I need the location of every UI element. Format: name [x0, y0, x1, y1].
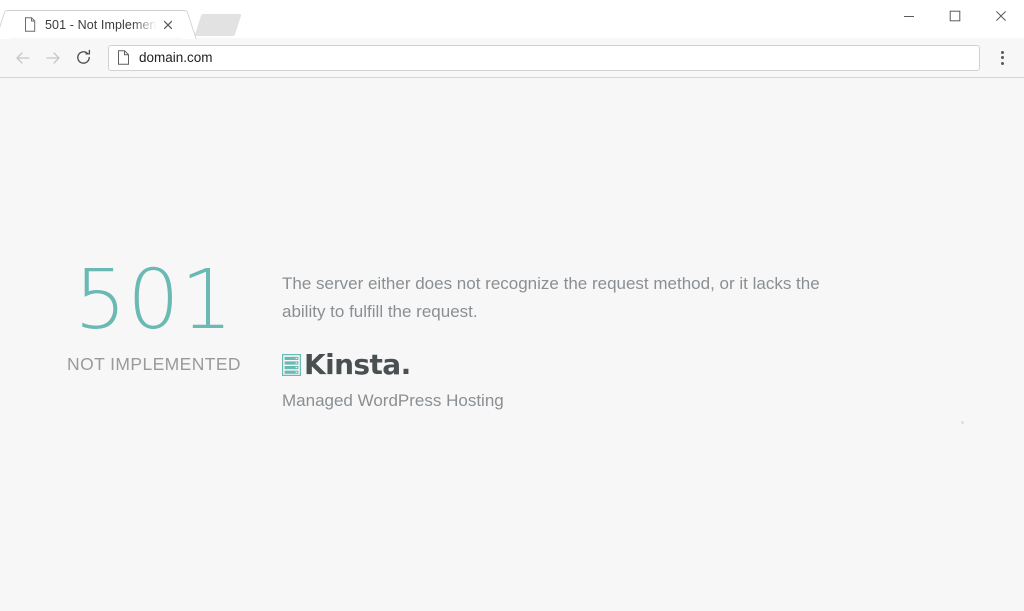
server-rack-icon: [282, 354, 301, 377]
error-message: The server either does not recognize the…: [282, 274, 820, 321]
kinsta-logo: Kinsta.: [282, 351, 827, 379]
error-detail-block: The server either does not recognize the…: [282, 258, 827, 411]
brand-block: Kinsta. Managed WordPress Hosting: [282, 351, 827, 411]
window-controls: [886, 0, 1024, 32]
browser-toolbar: domain.com: [0, 38, 1024, 78]
maximize-icon[interactable]: [932, 0, 978, 32]
forward-arrow-icon[interactable]: [38, 43, 68, 73]
back-arrow-icon[interactable]: [8, 43, 38, 73]
close-icon[interactable]: [159, 16, 177, 34]
error-layout: 501 NOT IMPLEMENTED The server either do…: [56, 258, 827, 411]
three-dot-menu-icon[interactable]: [988, 43, 1016, 73]
brand-tagline: Managed WordPress Hosting: [282, 391, 504, 411]
error-code-label: NOT IMPLEMENTED: [67, 353, 241, 374]
browser-window: 501 - Not Implemented |: [0, 0, 1024, 611]
error-code: 501: [74, 253, 234, 348]
menu-dot: [1000, 56, 1004, 59]
address-bar-text[interactable]: domain.com: [139, 50, 213, 65]
page-viewport: 501 NOT IMPLEMENTED The server either do…: [0, 78, 1024, 611]
menu-dot: [1000, 50, 1004, 54]
new-tab-icon[interactable]: [194, 14, 242, 36]
page-document-icon: [117, 50, 130, 65]
error-code-block: 501 NOT IMPLEMENTED: [56, 258, 252, 375]
tab-title: 501 - Not Implemented |: [45, 17, 157, 32]
reload-icon[interactable]: [68, 43, 98, 73]
stray-pixel-artifact: [961, 421, 964, 424]
minimize-icon[interactable]: [886, 0, 932, 32]
tab-strip: 501 - Not Implemented |: [0, 0, 1024, 38]
brand-name: Kinsta.: [304, 348, 411, 382]
address-bar[interactable]: domain.com: [108, 44, 980, 71]
window-close-icon[interactable]: [978, 0, 1024, 32]
browser-tab[interactable]: 501 - Not Implemented |: [8, 10, 184, 38]
error-page: 501 NOT IMPLEMENTED The server either do…: [0, 78, 1024, 611]
menu-dot: [1000, 61, 1004, 65]
page-document-icon: [23, 17, 37, 32]
